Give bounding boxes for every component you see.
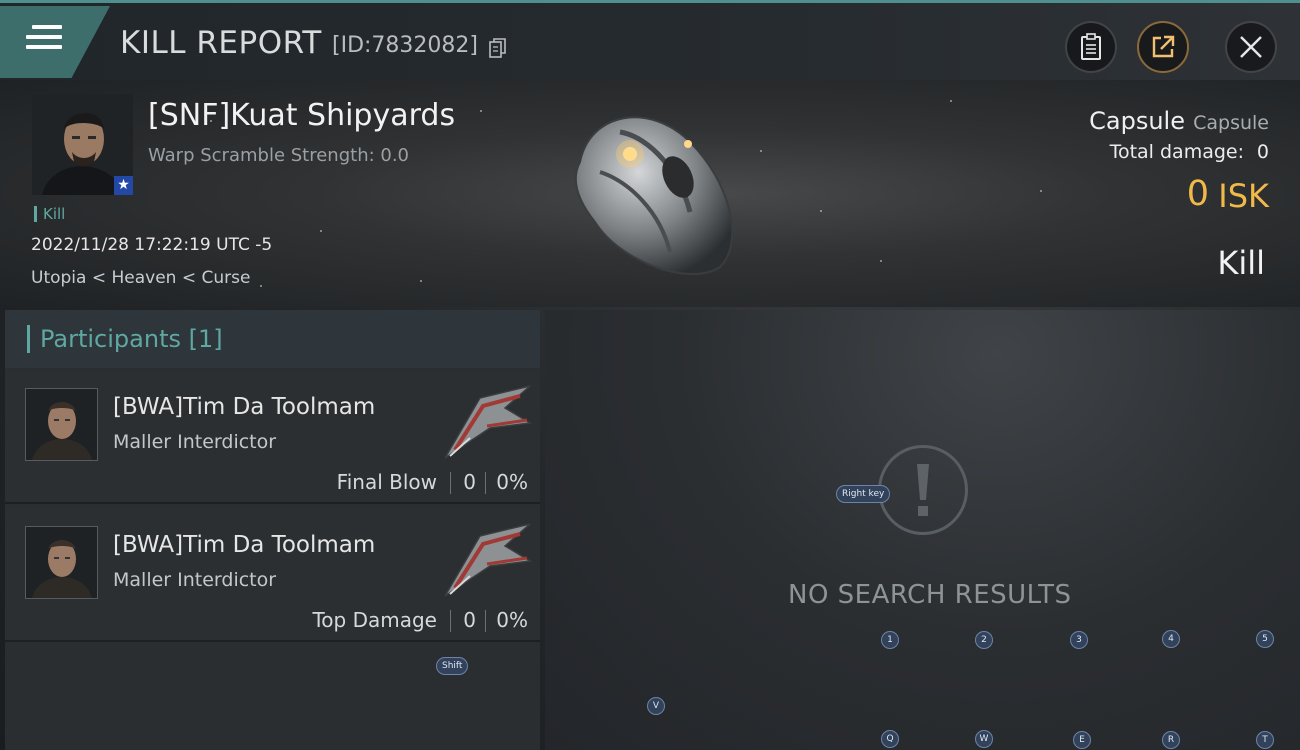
key-hint-e: E	[1073, 731, 1091, 749]
divider	[485, 610, 486, 632]
share-button[interactable]	[1137, 21, 1189, 73]
key-hint-q: Q	[881, 730, 899, 748]
key-hint-r: R	[1162, 731, 1180, 749]
divider	[485, 472, 486, 494]
warp-scramble-strength: Warp Scramble Strength: 0.0	[148, 145, 410, 166]
participant-avatar	[25, 526, 98, 599]
star-badge-icon: ★	[114, 176, 133, 195]
victim-name[interactable]: [SNF]Kuat Shipyards	[148, 98, 455, 133]
participant-damage-percent: 0%	[496, 608, 528, 632]
clipboard-button[interactable]	[1065, 21, 1117, 73]
key-hint-2: 2	[975, 631, 993, 649]
participant-row[interactable]: [BWA]Tim Da Toolmam Maller Interdictor T…	[5, 508, 540, 642]
key-hint-t: T	[1256, 731, 1274, 749]
result-label: Kill	[1217, 244, 1265, 282]
copy-icon[interactable]	[489, 38, 507, 58]
participant-stat-label: Top Damage	[312, 608, 437, 632]
key-hint-v: V	[647, 697, 665, 715]
right-key-hint: Right key	[836, 485, 891, 503]
kill-report-window: KILL REPORT [ID:7832082] ★ [SNF]Kuat Shi…	[0, 0, 1300, 750]
participant-damage-percent: 0%	[496, 470, 528, 494]
participant-damage: 0	[463, 608, 476, 632]
exclamation-icon	[878, 445, 968, 535]
participant-row[interactable]: [BWA]Tim Da Toolmam Maller Interdictor F…	[5, 370, 540, 504]
participant-ship: Maller Interdictor	[113, 569, 277, 591]
no-results-text: NO SEARCH RESULTS	[788, 580, 1072, 610]
key-hint-4: 4	[1162, 630, 1180, 648]
victim-ship-name: Capsule	[1089, 107, 1185, 135]
header-bar: KILL REPORT [ID:7832082]	[0, 0, 1300, 80]
divider	[450, 472, 451, 494]
close-button[interactable]	[1225, 21, 1277, 73]
isk-unit: ISK	[1218, 177, 1269, 215]
participant-stat-label: Final Blow	[336, 470, 437, 494]
capsule-ship-image	[574, 116, 734, 276]
page-title: KILL REPORT	[120, 25, 322, 61]
kill-location: Utopia < Heaven < Curse	[31, 268, 251, 288]
participant-avatar	[25, 388, 98, 461]
key-hint-1: 1	[881, 631, 899, 649]
participant-ship-image	[444, 385, 533, 459]
kill-tag: Kill	[34, 206, 65, 222]
divider	[450, 610, 451, 632]
total-damage-value: 0	[1256, 141, 1269, 163]
menu-icon[interactable]	[26, 25, 62, 55]
key-hint-3: 3	[1070, 631, 1088, 649]
shift-key-hint: Shift	[436, 657, 469, 675]
participant-damage: 0	[463, 470, 476, 494]
kill-datetime: 2022/11/28 17:22:19 UTC -5	[31, 235, 273, 255]
victim-ship-type: Capsule	[1193, 112, 1269, 134]
participant-ship-image	[444, 523, 533, 597]
total-damage-label: Total damage:	[1109, 141, 1244, 163]
participant-ship: Maller Interdictor	[113, 431, 277, 453]
key-hint-w: W	[975, 730, 993, 748]
participant-name[interactable]: [BWA]Tim Da Toolmam	[113, 394, 375, 420]
isk-value: 0	[1186, 174, 1209, 214]
participant-name[interactable]: [BWA]Tim Da Toolmam	[113, 532, 375, 558]
clipboard-icon	[1081, 33, 1101, 60]
close-icon	[1240, 36, 1262, 58]
report-id: [ID:7832082]	[332, 33, 478, 58]
share-icon	[1152, 35, 1175, 58]
participants-title: Participants [1]	[27, 325, 223, 353]
key-hint-5: 5	[1256, 630, 1274, 648]
